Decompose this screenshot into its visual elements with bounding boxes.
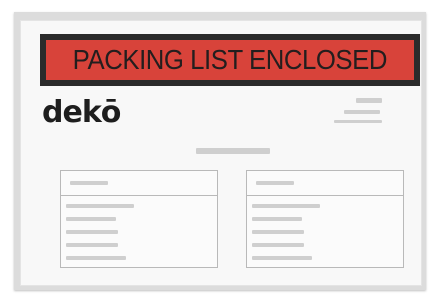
header-placeholder-line <box>334 120 382 123</box>
box-line-placeholder <box>66 243 118 247</box>
box-line-placeholder <box>252 217 302 221</box>
box-line-placeholder <box>66 256 126 260</box>
box-heading-placeholder <box>70 181 108 185</box>
header-placeholder-line <box>344 110 380 114</box>
deko-logo: dekō <box>42 95 121 130</box>
box-heading-placeholder <box>256 181 294 185</box>
box-divider <box>61 195 217 196</box>
banner-red-panel: PACKING LIST ENCLOSED <box>46 40 414 80</box>
header-placeholder-line <box>356 98 382 103</box>
box-line-placeholder <box>66 230 118 234</box>
box-line-placeholder <box>252 256 312 260</box>
box-line-placeholder <box>252 204 320 208</box>
banner-text: PACKING LIST ENCLOSED <box>72 44 388 75</box>
packing-list-banner: PACKING LIST ENCLOSED <box>40 34 420 86</box>
box-line-placeholder <box>252 243 304 247</box>
box-line-placeholder <box>66 217 116 221</box>
box-line-placeholder <box>252 230 304 234</box>
title-placeholder-line <box>196 148 270 154</box>
box-line-placeholder <box>66 204 134 208</box>
box-divider <box>247 195 403 196</box>
